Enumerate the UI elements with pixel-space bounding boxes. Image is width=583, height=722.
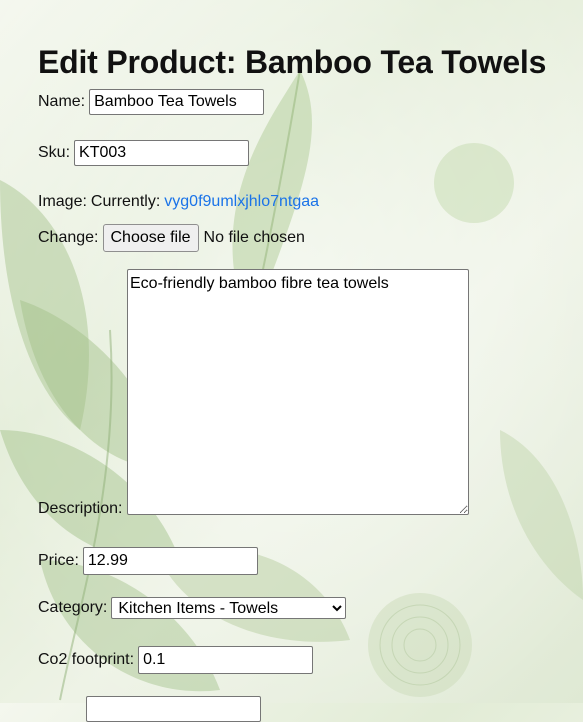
no-file-chosen-text: No file chosen [203, 229, 305, 246]
next-field-row [86, 696, 261, 722]
name-label: Name: [38, 93, 86, 110]
name-input[interactable] [89, 89, 265, 115]
description-textarea[interactable]: Eco-friendly bamboo fibre tea towels [127, 269, 469, 515]
category-select[interactable]: Kitchen Items - Towels [111, 597, 347, 619]
co2-label: Co2 footprint: [38, 651, 135, 668]
description-label-row: Description: [38, 500, 122, 518]
currently-label: Currently: [90, 193, 161, 210]
next-field-input[interactable] [86, 696, 261, 722]
description-label: Description: [38, 500, 123, 517]
category-row: Category: Kitchen Items - Towels [38, 597, 347, 619]
price-row: Price: [38, 547, 258, 575]
co2-row: Co2 footprint: [38, 646, 314, 674]
image-label: Image: [38, 193, 87, 210]
price-input[interactable] [82, 547, 258, 575]
name-row: Name: [38, 89, 265, 115]
co2-input[interactable] [138, 646, 314, 674]
sku-input[interactable] [74, 140, 250, 166]
page-title: Edit Product: Bamboo Tea Towels [38, 44, 547, 80]
change-image-row: Change: Choose file No file chosen [38, 224, 305, 252]
choose-file-button[interactable]: Choose file [102, 224, 199, 252]
category-label: Category: [38, 599, 108, 616]
sku-label: Sku: [38, 144, 71, 161]
change-label: Change: [38, 229, 99, 246]
image-row: Image: Currently: vyg0f9umlxjhlo7ntgaa [38, 193, 319, 211]
price-label: Price: [38, 552, 79, 569]
current-image-link[interactable]: vyg0f9umlxjhlo7ntgaa [164, 193, 319, 211]
sku-row: Sku: [38, 140, 250, 166]
